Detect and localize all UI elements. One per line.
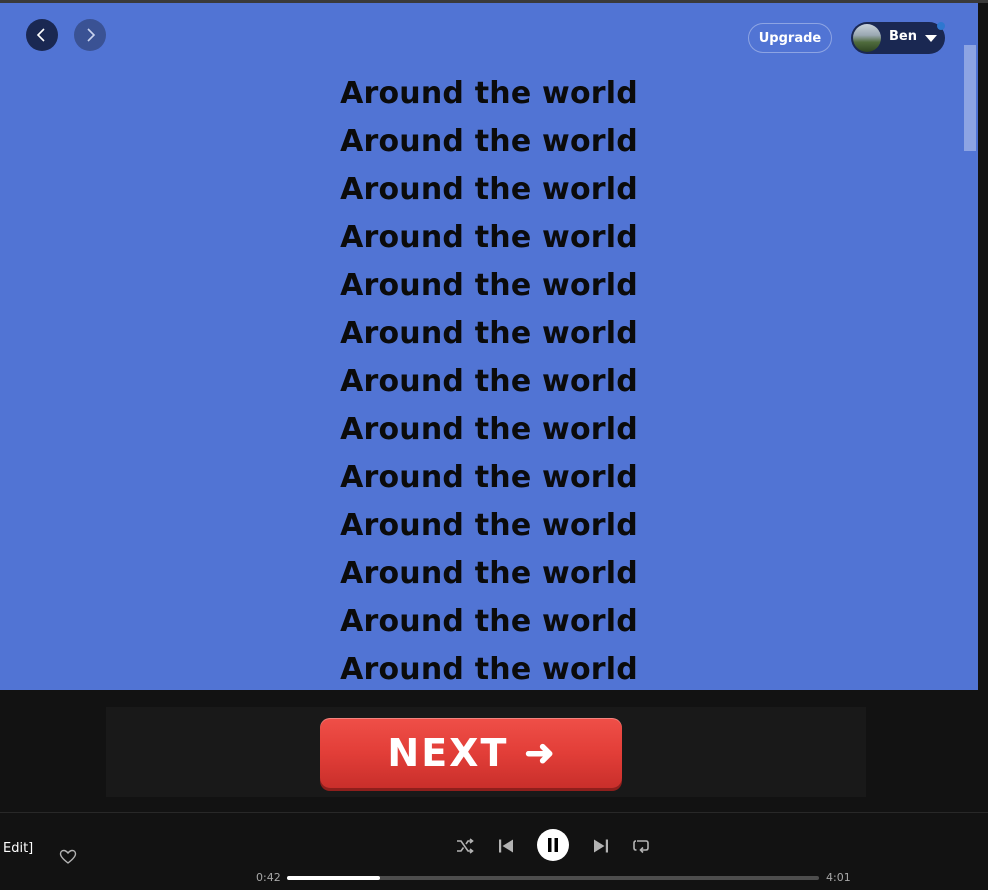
lyric-line[interactable]: Around the world (0, 73, 978, 121)
chevron-right-icon (87, 28, 96, 42)
lyric-line[interactable]: Around the world (0, 649, 978, 690)
total-time: 4:01 (826, 871, 851, 884)
lyric-line[interactable]: Around the world (0, 361, 978, 409)
lyric-line[interactable]: Around the world (0, 313, 978, 361)
next-button-label: NEXT (387, 731, 509, 775)
player-divider (0, 812, 988, 813)
pause-icon (548, 838, 558, 852)
scrollbar-track[interactable] (978, 3, 988, 690)
next-track-button[interactable] (590, 835, 612, 857)
repeat-icon (633, 840, 649, 854)
skip-back-icon (499, 839, 513, 853)
notification-dot (937, 22, 945, 30)
user-name: Ben (889, 29, 917, 44)
forward-button[interactable] (74, 19, 106, 51)
lyric-line[interactable]: Around the world (0, 505, 978, 553)
pause-button[interactable] (537, 829, 569, 861)
lyric-line[interactable]: Around the world (0, 457, 978, 505)
lyric-line[interactable]: Around the world (0, 409, 978, 457)
previous-button[interactable] (495, 835, 517, 857)
arrow-right-icon: ➜ (524, 732, 555, 773)
repeat-button[interactable] (630, 835, 652, 857)
user-menu-button[interactable]: Ben (851, 22, 945, 54)
shuffle-icon (457, 838, 474, 854)
avatar (853, 24, 881, 52)
track-title[interactable]: Edit] (3, 841, 33, 856)
progress-fill (287, 876, 380, 880)
lyric-line[interactable]: Around the world (0, 553, 978, 601)
heart-icon[interactable] (59, 848, 77, 866)
lyric-line[interactable]: Around the world (0, 121, 978, 169)
lyric-line[interactable]: Around the world (0, 601, 978, 649)
skip-forward-icon (594, 839, 608, 853)
lyrics-view: Around the world Around the world Around t… (0, 3, 978, 690)
lyric-line[interactable]: Around the world (0, 265, 978, 313)
next-ad-button[interactable]: NEXT ➜ (320, 718, 622, 788)
back-button[interactable] (26, 19, 58, 51)
lyrics-list: Around the world Around the world Around t… (0, 73, 978, 690)
shuffle-button[interactable] (454, 835, 476, 857)
progress-bar[interactable] (287, 876, 819, 880)
chevron-left-icon (36, 28, 45, 42)
lyric-line[interactable]: Around the world (0, 217, 978, 265)
elapsed-time: 0:42 (256, 871, 281, 884)
lyric-line[interactable]: Around the world (0, 169, 978, 217)
upgrade-button[interactable]: Upgrade (748, 23, 832, 53)
caret-down-icon (925, 35, 937, 42)
scrollbar-thumb[interactable] (964, 45, 976, 151)
